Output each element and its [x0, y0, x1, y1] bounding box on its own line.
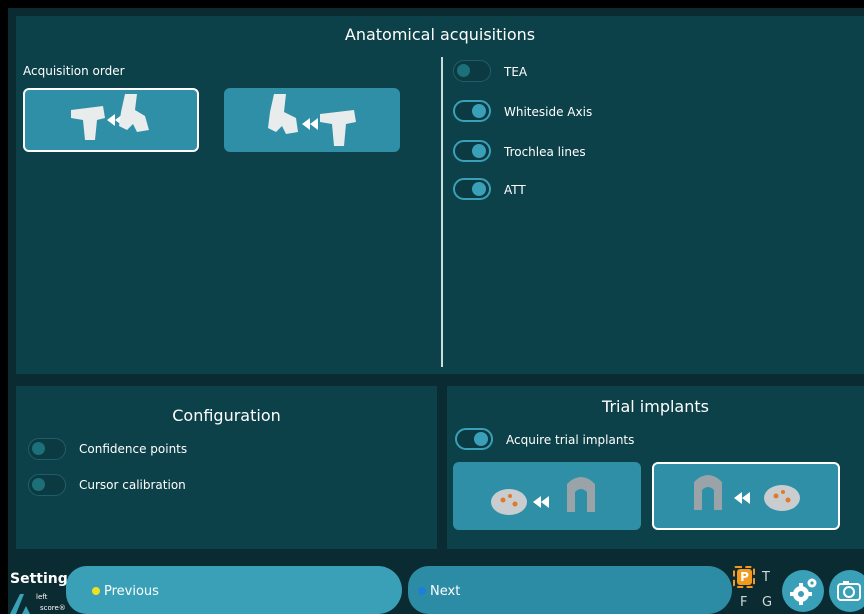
toggle-knob — [472, 104, 486, 118]
cursor-calibration-toggle[interactable] — [28, 474, 66, 496]
whiteside-axis-label: Whiteside Axis — [504, 105, 593, 119]
camera-icon — [837, 581, 861, 601]
tibial-to-femoral-implant-icon — [491, 477, 595, 515]
configuration-panel: Configuration Confidence points Cursor c… — [16, 386, 437, 549]
tibia-to-femur-icon — [71, 94, 149, 140]
trial-option-femoral-first[interactable] — [652, 462, 840, 530]
tea-toggle[interactable] — [453, 60, 491, 82]
brand-label: score® — [40, 604, 66, 612]
trochlea-lines-toggle[interactable] — [453, 140, 491, 162]
cursor-calibration-label: Cursor calibration — [79, 478, 186, 492]
toggle-knob — [472, 144, 486, 158]
previous-dot-icon — [92, 587, 100, 595]
order-option-tibia-first[interactable] — [23, 88, 199, 152]
gear-icon — [790, 578, 817, 605]
trial-option-tibial-first[interactable] — [453, 462, 641, 530]
toggle-knob — [472, 182, 486, 196]
side-label: left — [36, 593, 48, 601]
confidence-points-toggle[interactable] — [28, 438, 66, 460]
att-label: ATT — [504, 183, 526, 197]
toggle-knob — [457, 64, 470, 77]
confidence-points-label: Confidence points — [79, 442, 188, 456]
order-option-femur-first[interactable] — [224, 88, 400, 152]
indicator-g: G — [762, 595, 773, 610]
femur-to-tibia-icon — [268, 94, 356, 146]
anatomical-title: Anatomical acquisitions — [344, 25, 536, 44]
toggle-knob — [32, 442, 45, 455]
indicator-p: P — [737, 569, 752, 585]
panel-divider — [441, 57, 443, 367]
indicator-t: T — [762, 570, 770, 585]
trial-implants-title: Trial implants — [602, 397, 709, 416]
previous-label: Previous — [104, 584, 159, 599]
configuration-title: Configuration — [172, 406, 281, 425]
previous-button[interactable]: Previous — [66, 566, 402, 614]
acquire-trial-implants-label: Acquire trial implants — [506, 433, 635, 447]
tea-label: TEA — [504, 65, 528, 79]
indicator-f: F — [740, 595, 748, 610]
next-button[interactable]: Next — [408, 566, 732, 614]
anatomical-panel: Anatomical acquisitions Acquisition orde… — [16, 16, 864, 374]
camera-button[interactable] — [829, 570, 864, 612]
acquire-trial-implants-toggle[interactable] — [455, 428, 493, 450]
toggle-knob — [32, 478, 45, 491]
trial-implants-panel: Trial implants Acquire trial implants — [447, 386, 864, 549]
toggle-knob — [474, 432, 488, 446]
whiteside-axis-toggle[interactable] — [453, 100, 491, 122]
acquisition-order-label: Acquisition order — [23, 64, 125, 78]
settings-button[interactable] — [782, 570, 824, 612]
trochlea-lines-label: Trochlea lines — [504, 145, 586, 159]
next-label: Next — [430, 584, 461, 599]
femoral-to-tibial-implant-icon — [694, 475, 800, 511]
att-toggle[interactable] — [453, 178, 491, 200]
next-dot-icon — [418, 587, 426, 595]
